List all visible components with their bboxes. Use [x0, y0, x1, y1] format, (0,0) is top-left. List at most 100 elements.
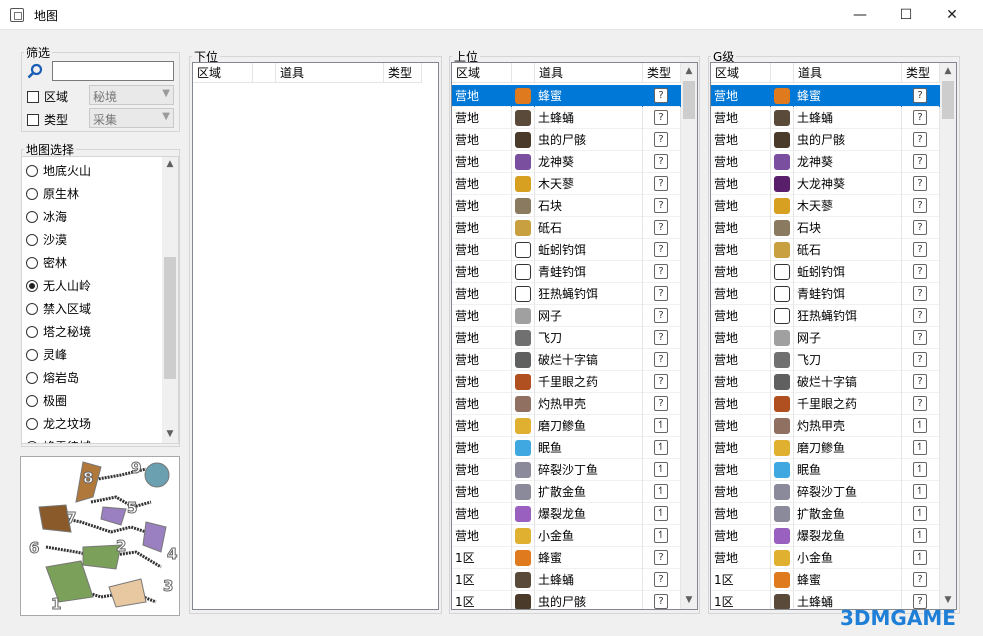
table-row[interactable]: 营地 碎裂沙丁鱼 ↿ — [452, 459, 681, 481]
scroll-down-icon[interactable]: ▼ — [162, 429, 178, 439]
table-row[interactable]: 1区 蜂蜜? — [711, 569, 940, 591]
table-row[interactable]: 营地 破烂十字镐? — [711, 371, 940, 393]
map-item[interactable]: 原生林 — [26, 184, 79, 204]
table-row[interactable]: 营地 蜂蜜? — [452, 85, 681, 107]
table-row[interactable]: 营地 青蛙钓饵? — [452, 261, 681, 283]
table-row[interactable]: 营地 碎裂沙丁鱼 ↿ — [711, 481, 940, 503]
map-radio[interactable] — [26, 349, 38, 361]
map-radio[interactable] — [26, 441, 38, 443]
table-row[interactable]: 营地 爆裂龙鱼 ↿ — [452, 503, 681, 525]
map-radio[interactable] — [26, 188, 38, 200]
type-checkbox[interactable] — [27, 114, 39, 126]
table-row[interactable]: 1区 虫的尸骸? — [452, 591, 681, 609]
map-radio[interactable] — [26, 211, 38, 223]
table-row[interactable]: 营地 扩散金鱼 ↿ — [711, 503, 940, 525]
table-row[interactable]: 营地 狂热蝇钓饵? — [452, 283, 681, 305]
table-row[interactable]: 营地 蚯蚓钓饵? — [452, 239, 681, 261]
map-radio[interactable] — [26, 257, 38, 269]
scroll-thumb[interactable] — [683, 81, 695, 119]
map-list-scrollbar[interactable]: ▲ ▼ — [162, 157, 178, 443]
scroll-thumb[interactable] — [164, 257, 176, 379]
table-row[interactable]: 营地 网子? — [452, 305, 681, 327]
table-row[interactable]: 营地 眠鱼 ↿ — [711, 459, 940, 481]
search-icon[interactable] — [27, 63, 43, 79]
table-row[interactable]: 营地 青蛙钓饵? — [711, 283, 940, 305]
scroll-up-icon[interactable]: ▲ — [162, 159, 178, 169]
map-item[interactable]: 密林 — [26, 253, 67, 273]
table-row[interactable]: 营地 破烂十字镐? — [452, 349, 681, 371]
map-radio[interactable] — [26, 303, 38, 315]
g-rank-table[interactable]: 区域 道具 类型 营地 蜂蜜? 营地 土蜂蛹? 营地 虫的尸骸? 营地 龙神葵? 营地 大龙神葵? 营地木… — [710, 62, 957, 610]
table-row[interactable]: 营地 木天蓼? — [711, 195, 940, 217]
table-row[interactable]: 营地 磨刀鲹鱼 ↿ — [711, 437, 940, 459]
table-row[interactable]: 营地 眠鱼 ↿ — [452, 437, 681, 459]
column-header[interactable]: 区域 — [193, 63, 253, 83]
table-row[interactable]: 1区 蜂蜜? — [452, 547, 681, 569]
table-row[interactable]: 营地 飞刀? — [452, 327, 681, 349]
table-row[interactable]: 营地 千里眼之药? — [452, 371, 681, 393]
type-combo[interactable]: 采集 ▼ — [89, 108, 174, 128]
table-row[interactable]: 营地 狂热蝇钓饵? — [711, 305, 940, 327]
column-header[interactable] — [512, 63, 535, 83]
column-header[interactable]: 类型 — [384, 63, 422, 83]
table-row[interactable]: 营地 蚯蚓钓饵? — [711, 261, 940, 283]
scroll-down-icon[interactable]: ▼ — [940, 595, 956, 605]
table-row[interactable]: 营地 虫的尸骸? — [711, 129, 940, 151]
low-rank-table[interactable]: 区域 道具 类型 — [192, 62, 439, 610]
map-item[interactable]: 地底火山 — [26, 161, 91, 181]
map-radio[interactable] — [26, 234, 38, 246]
table-row[interactable]: 营地 蜂蜜? — [711, 85, 940, 107]
table-row[interactable]: 营地 小金鱼 ↿ — [711, 547, 940, 569]
close-button[interactable]: ✕ — [929, 0, 975, 30]
map-radio[interactable] — [26, 280, 38, 292]
table-row[interactable]: 营地 虫的尸骸? — [452, 129, 681, 151]
map-item[interactable]: 熔岩岛 — [26, 368, 79, 388]
minimize-button[interactable]: — — [837, 0, 883, 30]
column-header[interactable]: 道具 — [794, 63, 902, 83]
table-row[interactable]: 营地 石块? — [452, 195, 681, 217]
map-item[interactable]: 峰雪律城 — [26, 437, 91, 443]
search-input[interactable] — [52, 61, 174, 81]
table-row[interactable]: 营地 灼热甲壳 ↿ — [711, 415, 940, 437]
map-radio[interactable] — [26, 395, 38, 407]
type-checkbox-row[interactable]: 类型 — [27, 111, 68, 128]
table-row[interactable]: 1区 土蜂蛹? — [452, 569, 681, 591]
area-combo[interactable]: 秘境 ▼ — [89, 85, 174, 105]
table-row[interactable]: 营地 灼热甲壳? — [452, 393, 681, 415]
area-checkbox-row[interactable]: 区域 — [27, 88, 68, 105]
map-radio[interactable] — [26, 418, 38, 430]
table-row[interactable]: 营地 飞刀? — [711, 349, 940, 371]
map-item[interactable]: 极圈 — [26, 391, 67, 411]
map-item[interactable]: 塔之秘境 — [26, 322, 91, 342]
table-row[interactable]: 营地 龙神葵? — [711, 151, 940, 173]
table-row[interactable]: 营地 千里眼之药? — [711, 393, 940, 415]
map-item[interactable]: 无人山岭 — [26, 276, 91, 296]
table-row[interactable]: 营地 扩散金鱼 ↿ — [452, 481, 681, 503]
column-header[interactable]: 道具 — [535, 63, 643, 83]
table-row[interactable]: 营地 爆裂龙鱼 ↿ — [711, 525, 940, 547]
column-header[interactable]: 类型 — [902, 63, 940, 83]
column-header[interactable]: 道具 — [276, 63, 384, 83]
table-row[interactable]: 营地 石块? — [711, 217, 940, 239]
table-row[interactable]: 营地 砥石? — [452, 217, 681, 239]
map-item[interactable]: 沙漠 — [26, 230, 67, 250]
column-header[interactable]: 区域 — [711, 63, 771, 83]
map-item[interactable]: 灵峰 — [26, 345, 67, 365]
scroll-up-icon[interactable]: ▲ — [681, 66, 697, 76]
table-row[interactable]: 营地 网子? — [711, 327, 940, 349]
map-radio[interactable] — [26, 165, 38, 177]
table-row[interactable]: 营地 大龙神葵? — [711, 173, 940, 195]
table-row[interactable]: 营地 土蜂蛹? — [711, 107, 940, 129]
map-item[interactable]: 禁入区域 — [26, 299, 91, 319]
map-item[interactable]: 龙之坟场 — [26, 414, 91, 434]
table-row[interactable]: 营地 砥石? — [711, 239, 940, 261]
map-radio[interactable] — [26, 372, 38, 384]
map-radio[interactable] — [26, 326, 38, 338]
column-header[interactable] — [253, 63, 276, 83]
table-row[interactable]: 营地 土蜂蛹? — [452, 107, 681, 129]
column-header[interactable]: 区域 — [452, 63, 512, 83]
scroll-down-icon[interactable]: ▼ — [681, 595, 697, 605]
column-header[interactable] — [771, 63, 794, 83]
area-checkbox[interactable] — [27, 91, 39, 103]
table-row[interactable]: 营地 龙神葵? — [452, 151, 681, 173]
